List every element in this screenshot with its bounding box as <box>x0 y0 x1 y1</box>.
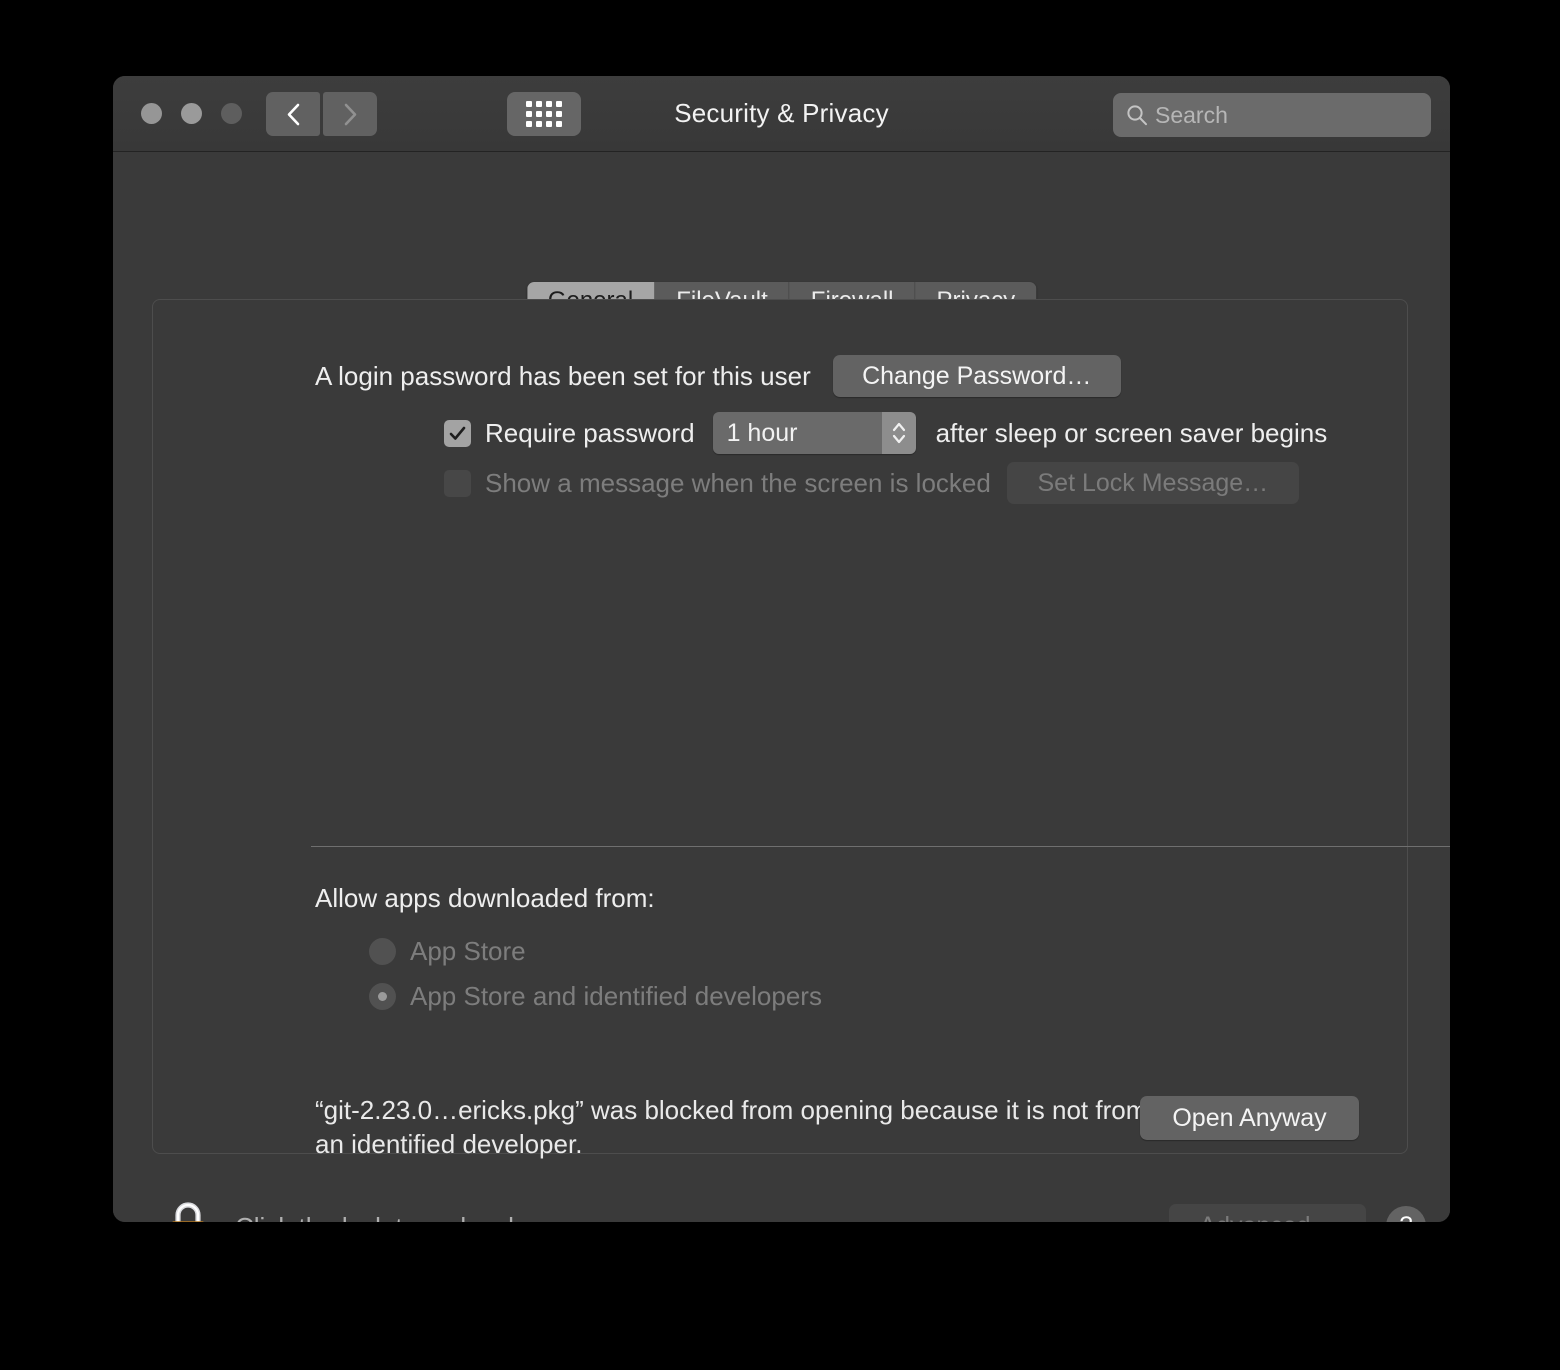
search-field[interactable]: Search <box>1113 93 1431 137</box>
advanced-button[interactable]: Advanced… <box>1169 1204 1366 1222</box>
open-anyway-button[interactable]: Open Anyway <box>1140 1096 1359 1140</box>
radio-identified-developers-label: App Store and identified developers <box>410 981 822 1011</box>
login-password-label: A login password has been set for this u… <box>315 360 811 391</box>
require-password-label: Require password <box>485 417 695 448</box>
footer-actions: Advanced… ? <box>1169 1204 1426 1222</box>
show-lock-message-checkbox[interactable] <box>444 469 471 497</box>
radio-app-store[interactable] <box>369 938 396 965</box>
blocked-app-notice: “git-2.23.0…ericks.pkg” was blocked from… <box>315 1095 1148 1159</box>
allow-apps-option-app-store[interactable]: App Store <box>369 936 526 967</box>
require-password-delay-select[interactable]: 1 hour <box>712 412 916 454</box>
section-divider <box>311 846 1450 847</box>
radio-app-store-identified-developers[interactable] <box>369 983 396 1010</box>
login-password-row: A login password has been set for this u… <box>315 355 1121 397</box>
allow-apps-heading-row: Allow apps downloaded from: <box>315 883 655 914</box>
search-icon <box>1125 103 1149 127</box>
show-lock-message-label: Show a message when the screen is locked <box>485 467 991 498</box>
require-password-suffix-label: after sleep or screen saver begins <box>935 417 1328 448</box>
require-password-delay-value: 1 hour <box>712 412 882 454</box>
help-button[interactable]: ? <box>1386 1206 1426 1222</box>
radio-app-store-label: App Store <box>410 936 526 966</box>
radio-selected-dot <box>378 992 387 1001</box>
lock-instruction-label: Click the lock to make changes. <box>235 1212 601 1223</box>
allow-apps-heading: Allow apps downloaded from: <box>315 883 655 913</box>
lock-message-row: Show a message when the screen is locked… <box>444 462 1299 504</box>
lock-control[interactable]: Click the lock to make changes. <box>165 1200 601 1222</box>
padlock-locked-icon[interactable] <box>165 1200 211 1222</box>
require-password-row: Require password 1 hour after sleep or s… <box>444 412 1327 454</box>
change-password-button[interactable]: Change Password… <box>832 355 1121 397</box>
stepper-arrows-icon[interactable] <box>881 412 916 454</box>
set-lock-message-button[interactable]: Set Lock Message… <box>1006 462 1299 504</box>
general-settings-panel: A login password has been set for this u… <box>152 299 1450 1159</box>
allow-apps-option-identified-developers[interactable]: App Store and identified developers <box>369 981 822 1012</box>
window-titlebar: Security & Privacy Search <box>113 76 1450 152</box>
require-password-checkbox[interactable] <box>444 419 471 447</box>
checkmark-icon <box>449 426 466 440</box>
search-placeholder: Search <box>1155 101 1228 128</box>
window-body: General FileVault Firewall Privacy A log… <box>113 152 1450 1222</box>
security-privacy-window: Security & Privacy Search General FileVa… <box>113 76 1450 1222</box>
